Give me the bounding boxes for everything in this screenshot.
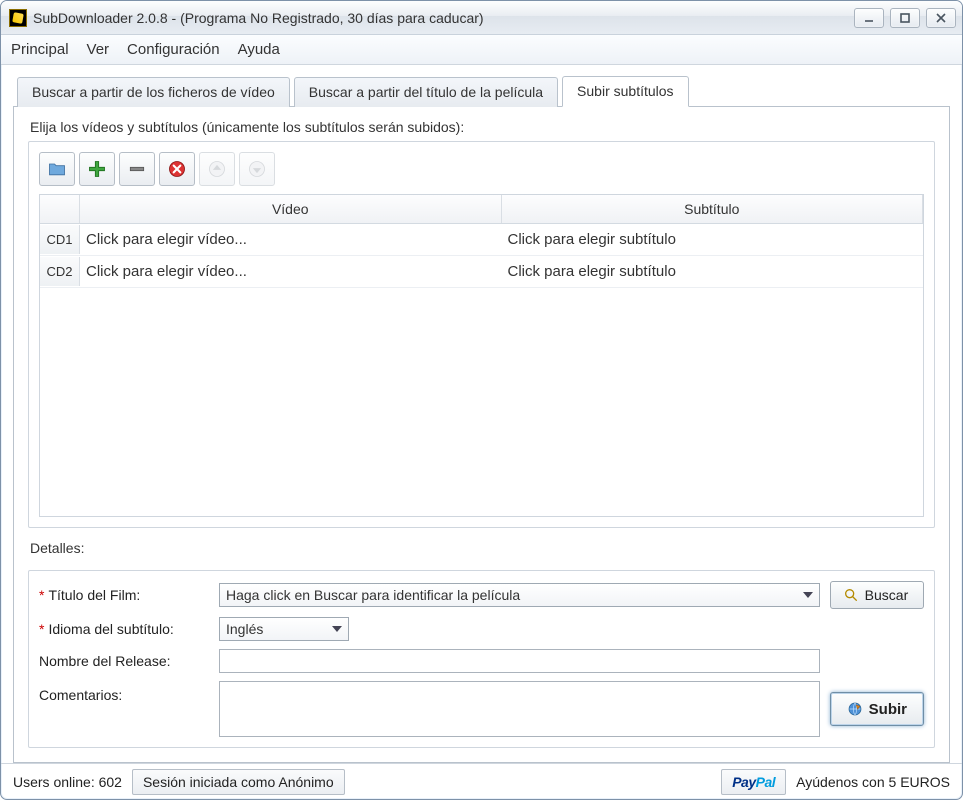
paypal-button[interactable]: PayPal bbox=[721, 769, 786, 795]
film-title-label: *Título del Film: bbox=[39, 587, 209, 603]
arrow-down-icon bbox=[247, 159, 267, 179]
upload-button-label: Subir bbox=[869, 701, 907, 718]
files-toolbar bbox=[39, 152, 924, 186]
tab-strip: Buscar a partir de los ficheros de vídeo… bbox=[13, 75, 950, 107]
users-online-label: Users online: 602 bbox=[13, 774, 122, 790]
clear-all-button[interactable] bbox=[159, 152, 195, 186]
remove-row-button[interactable] bbox=[119, 152, 155, 186]
close-icon bbox=[935, 12, 947, 24]
comments-input[interactable] bbox=[219, 681, 820, 737]
cell-video-picker[interactable]: Click para elegir vídeo... bbox=[80, 256, 502, 287]
col-video: Vídeo bbox=[80, 195, 502, 223]
move-up-button[interactable] bbox=[199, 152, 235, 186]
content-area: Buscar a partir de los ficheros de vídeo… bbox=[1, 65, 962, 763]
maximize-button[interactable] bbox=[890, 8, 920, 28]
subtitle-lang-combo[interactable]: Inglés bbox=[219, 617, 349, 641]
comments-label: Comentarios: bbox=[39, 681, 209, 703]
film-title-combo[interactable]: Haga click en Buscar para identificar la… bbox=[219, 583, 820, 607]
maximize-icon bbox=[899, 12, 911, 24]
cell-subtitle-picker[interactable]: Click para elegir subtítulo bbox=[502, 224, 924, 255]
files-table: Vídeo Subtítulo CD1 Click para elegir ví… bbox=[39, 194, 924, 517]
close-button[interactable] bbox=[926, 8, 956, 28]
add-row-button[interactable] bbox=[79, 152, 115, 186]
upload-button[interactable]: Subir bbox=[830, 692, 924, 726]
move-down-button[interactable] bbox=[239, 152, 275, 186]
details-heading: Detalles: bbox=[30, 540, 935, 556]
titlebar: SubDownloader 2.0.8 - (Programa No Regis… bbox=[1, 1, 962, 35]
col-subtitle: Subtítulo bbox=[502, 195, 924, 223]
search-film-label: Buscar bbox=[865, 587, 909, 603]
tab-search-by-file[interactable]: Buscar a partir de los ficheros de vídeo bbox=[17, 77, 290, 107]
minus-icon bbox=[127, 159, 147, 179]
details-group: *Título del Film: Haga click en Buscar p… bbox=[28, 570, 935, 748]
menu-ver[interactable]: Ver bbox=[87, 41, 110, 58]
col-cd bbox=[40, 195, 80, 223]
table-row: CD1 Click para elegir vídeo... Click par… bbox=[40, 224, 923, 256]
folder-icon bbox=[47, 159, 67, 179]
menu-ayuda[interactable]: Ayuda bbox=[238, 41, 280, 58]
cell-subtitle-picker[interactable]: Click para elegir subtítulo bbox=[502, 256, 924, 287]
chevron-down-icon bbox=[332, 626, 342, 632]
paypal-icon: PayPal bbox=[732, 774, 775, 790]
menu-configuracion[interactable]: Configuración bbox=[127, 41, 220, 58]
app-icon bbox=[9, 9, 27, 27]
release-name-label: Nombre del Release: bbox=[39, 653, 209, 669]
subtitle-lang-label: *Idioma del subtítulo: bbox=[39, 621, 209, 637]
cell-cd: CD2 bbox=[40, 257, 80, 286]
minimize-button[interactable] bbox=[854, 8, 884, 28]
browse-folder-button[interactable] bbox=[39, 152, 75, 186]
search-film-button[interactable]: Buscar bbox=[830, 581, 924, 609]
session-status[interactable]: Sesión iniciada como Anónimo bbox=[132, 769, 345, 795]
minimize-icon bbox=[863, 12, 875, 24]
release-name-input[interactable] bbox=[219, 649, 820, 673]
cell-cd: CD1 bbox=[40, 225, 80, 254]
tab-search-by-title[interactable]: Buscar a partir del título de la películ… bbox=[294, 77, 558, 107]
search-icon bbox=[843, 587, 859, 603]
subtitle-lang-value: Inglés bbox=[226, 621, 263, 637]
upload-instruction: Elija los vídeos y subtítulos (únicament… bbox=[30, 119, 935, 135]
film-title-value: Haga click en Buscar para identificar la… bbox=[226, 587, 520, 603]
tab-upload-subtitles[interactable]: Subir subtítulos bbox=[562, 76, 689, 107]
cancel-icon bbox=[167, 159, 187, 179]
files-table-body: CD1 Click para elegir vídeo... Click par… bbox=[40, 224, 923, 516]
files-group: Vídeo Subtítulo CD1 Click para elegir ví… bbox=[28, 141, 935, 528]
tab-panel-upload: Elija los vídeos y subtítulos (únicament… bbox=[13, 107, 950, 763]
app-window: SubDownloader 2.0.8 - (Programa No Regis… bbox=[0, 0, 963, 800]
plus-icon bbox=[87, 159, 107, 179]
globe-upload-icon bbox=[847, 701, 863, 717]
menubar: Principal Ver Configuración Ayuda bbox=[1, 35, 962, 65]
arrow-up-icon bbox=[207, 159, 227, 179]
donate-label: Ayúdenos con 5 EUROS bbox=[796, 774, 950, 790]
menu-principal[interactable]: Principal bbox=[11, 41, 69, 58]
window-controls bbox=[854, 8, 956, 28]
statusbar: Users online: 602 Sesión iniciada como A… bbox=[1, 763, 962, 799]
window-title: SubDownloader 2.0.8 - (Programa No Regis… bbox=[33, 10, 854, 26]
table-row: CD2 Click para elegir vídeo... Click par… bbox=[40, 256, 923, 288]
cell-video-picker[interactable]: Click para elegir vídeo... bbox=[80, 224, 502, 255]
chevron-down-icon bbox=[803, 592, 813, 598]
users-online-value: 602 bbox=[99, 774, 122, 790]
files-table-head: Vídeo Subtítulo bbox=[40, 195, 923, 224]
